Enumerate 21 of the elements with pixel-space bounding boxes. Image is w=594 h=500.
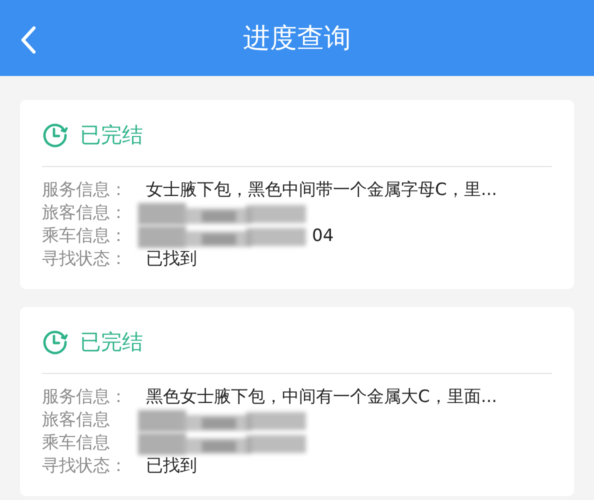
field-value: 黑色女士腋下包，中间有一个金属大C，里面... (146, 386, 498, 409)
field-label: 服务信息： (42, 386, 128, 409)
status-label: 已完结 (80, 329, 143, 356)
field-label: 旅客信息 (42, 409, 111, 432)
record-card[interactable]: 已完结 服务信息： 黑色女士腋下包，中间有一个金属大C，里面... 旅客信息 乘车信息 寻找状态： 已找到 (20, 307, 574, 496)
field-label: 寻找状态： (42, 248, 128, 271)
field-label: 旅客信息： (42, 202, 128, 225)
field-value: 已找到 (146, 455, 197, 478)
status-label: 已完结 (80, 122, 143, 149)
field-value: 已找到 (146, 248, 197, 271)
field-label: 服务信息： (42, 179, 128, 202)
clock-icon (42, 122, 68, 148)
field-label: 乘车信息： (42, 225, 128, 248)
field-value: 女士腋下包，黑色中间带一个金属字母C，里... (146, 179, 498, 202)
field-value: 04 (312, 225, 334, 248)
page-title: 进度查询 (243, 22, 351, 56)
record-card[interactable]: 已完结 服务信息： 女士腋下包，黑色中间带一个金属字母C，里... 旅客信息： 乘车信息： 04 寻找状态： 已找到 (20, 100, 574, 289)
back-button[interactable] (20, 26, 38, 54)
clock-icon (42, 329, 68, 355)
field-label: 寻找状态： (42, 455, 128, 478)
field-label: 乘车信息 (42, 432, 111, 455)
